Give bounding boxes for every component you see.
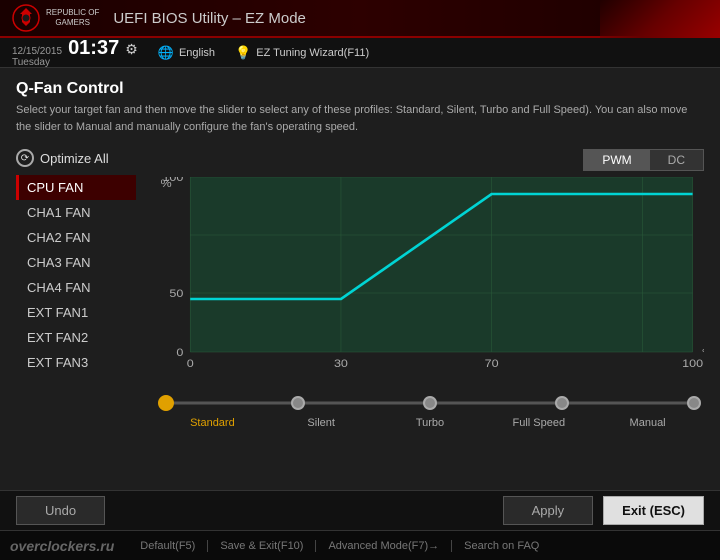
globe-icon: 🌐 <box>158 45 174 61</box>
date-display: 12/15/2015 Tuesday <box>12 46 62 68</box>
rog-logo: REPUBLIC OF GAMERS <box>12 4 99 32</box>
header-title: UEFI BIOS Utility – EZ Mode <box>113 10 306 27</box>
svg-text:0: 0 <box>176 346 183 359</box>
profile-slider[interactable]: Standard Silent Turbo Full Speed Manual <box>156 393 704 429</box>
day-text: Tuesday <box>12 57 62 68</box>
footer-default[interactable]: Default(F5) <box>128 540 208 552</box>
main-content: Q-Fan Control Select your target fan and… <box>0 68 720 490</box>
fan-list: ⟳ Optimize All CPU FAN CHA1 FAN CHA2 FAN… <box>16 149 136 478</box>
brand-text: REPUBLIC OF GAMERS <box>46 8 99 27</box>
footer-save-exit[interactable]: Save & Exit(F10) <box>208 540 316 552</box>
slider-track-container[interactable] <box>166 393 694 413</box>
label-manual: Manual <box>593 417 702 429</box>
svg-text:%: % <box>161 177 173 190</box>
svg-text:30: 30 <box>334 357 348 370</box>
label-fullspeed: Full Speed <box>484 417 593 429</box>
fan-item-cha3[interactable]: CHA3 FAN <box>16 250 136 275</box>
fan-control-area: ⟳ Optimize All CPU FAN CHA1 FAN CHA2 FAN… <box>16 149 704 478</box>
slider-dot-manual[interactable] <box>687 396 701 410</box>
chart-svg: 100 50 0 % 0 30 70 100 °C <box>156 177 704 377</box>
time-display: 01:37 <box>68 37 119 60</box>
section-description: Select your target fan and then move the… <box>16 102 704 135</box>
optimize-icon: ⟳ <box>16 149 34 167</box>
svg-text:70: 70 <box>485 357 499 370</box>
graph-area: PWM DC <box>156 149 704 478</box>
subheader: 12/15/2015 Tuesday 01:37 ⚙ 🌐 English 💡 E… <box>0 38 720 68</box>
label-silent: Silent <box>267 417 376 429</box>
footer: overclockers.ru Default(F5) Save & Exit(… <box>0 530 720 560</box>
fan-chart: 100 50 0 % 0 30 70 100 °C <box>156 177 704 377</box>
gear-icon[interactable]: ⚙ <box>125 41 138 58</box>
wizard-label: EZ Tuning Wizard(F11) <box>256 47 369 59</box>
optimize-all-button[interactable]: ⟳ Optimize All <box>16 149 136 167</box>
slider-dot-standard[interactable] <box>158 395 174 411</box>
fan-item-ext3[interactable]: EXT FAN3 <box>16 350 136 375</box>
section-title: Q-Fan Control <box>16 80 704 98</box>
pwm-button[interactable]: PWM <box>584 150 649 170</box>
optimize-label: Optimize All <box>40 151 109 166</box>
fan-item-ext1[interactable]: EXT FAN1 <box>16 300 136 325</box>
language-selector[interactable]: 🌐 English <box>158 45 215 61</box>
fan-item-ext2[interactable]: EXT FAN2 <box>16 325 136 350</box>
dc-button[interactable]: DC <box>650 150 703 170</box>
language-label: English <box>179 47 215 59</box>
pwm-dc-toggle: PWM DC <box>583 149 704 171</box>
footer-advanced[interactable]: Advanced Mode(F7)→ <box>316 540 452 552</box>
rog-logo-icon <box>12 4 40 32</box>
bottom-bar: Undo Apply Exit (ESC) <box>0 490 720 530</box>
date-text: 12/15/2015 <box>12 46 62 57</box>
apply-button[interactable]: Apply <box>503 496 594 525</box>
ez-wizard-button[interactable]: 💡 EZ Tuning Wizard(F11) <box>235 45 369 61</box>
wizard-icon: 💡 <box>235 45 251 61</box>
header: REPUBLIC OF GAMERS UEFI BIOS Utility – E… <box>0 0 720 38</box>
svg-text:50: 50 <box>169 287 183 300</box>
slider-dot-fullspeed[interactable] <box>555 396 569 410</box>
footer-search[interactable]: Search on FAQ <box>452 540 551 552</box>
slider-dot-silent[interactable] <box>291 396 305 410</box>
exit-button[interactable]: Exit (ESC) <box>603 496 704 525</box>
svg-text:0: 0 <box>187 357 194 370</box>
label-turbo: Turbo <box>376 417 485 429</box>
svg-text:°C: °C <box>702 347 704 360</box>
fan-item-cpu[interactable]: CPU FAN <box>16 175 136 200</box>
fan-item-cha1[interactable]: CHA1 FAN <box>16 200 136 225</box>
slider-labels: Standard Silent Turbo Full Speed Manual <box>156 417 704 429</box>
fan-item-cha4[interactable]: CHA4 FAN <box>16 275 136 300</box>
slider-dot-turbo[interactable] <box>423 396 437 410</box>
datetime: 12/15/2015 Tuesday 01:37 ⚙ <box>12 37 138 68</box>
svg-text:100: 100 <box>682 357 703 370</box>
undo-button[interactable]: Undo <box>16 496 105 525</box>
fan-item-cha2[interactable]: CHA2 FAN <box>16 225 136 250</box>
label-standard: Standard <box>158 417 267 429</box>
